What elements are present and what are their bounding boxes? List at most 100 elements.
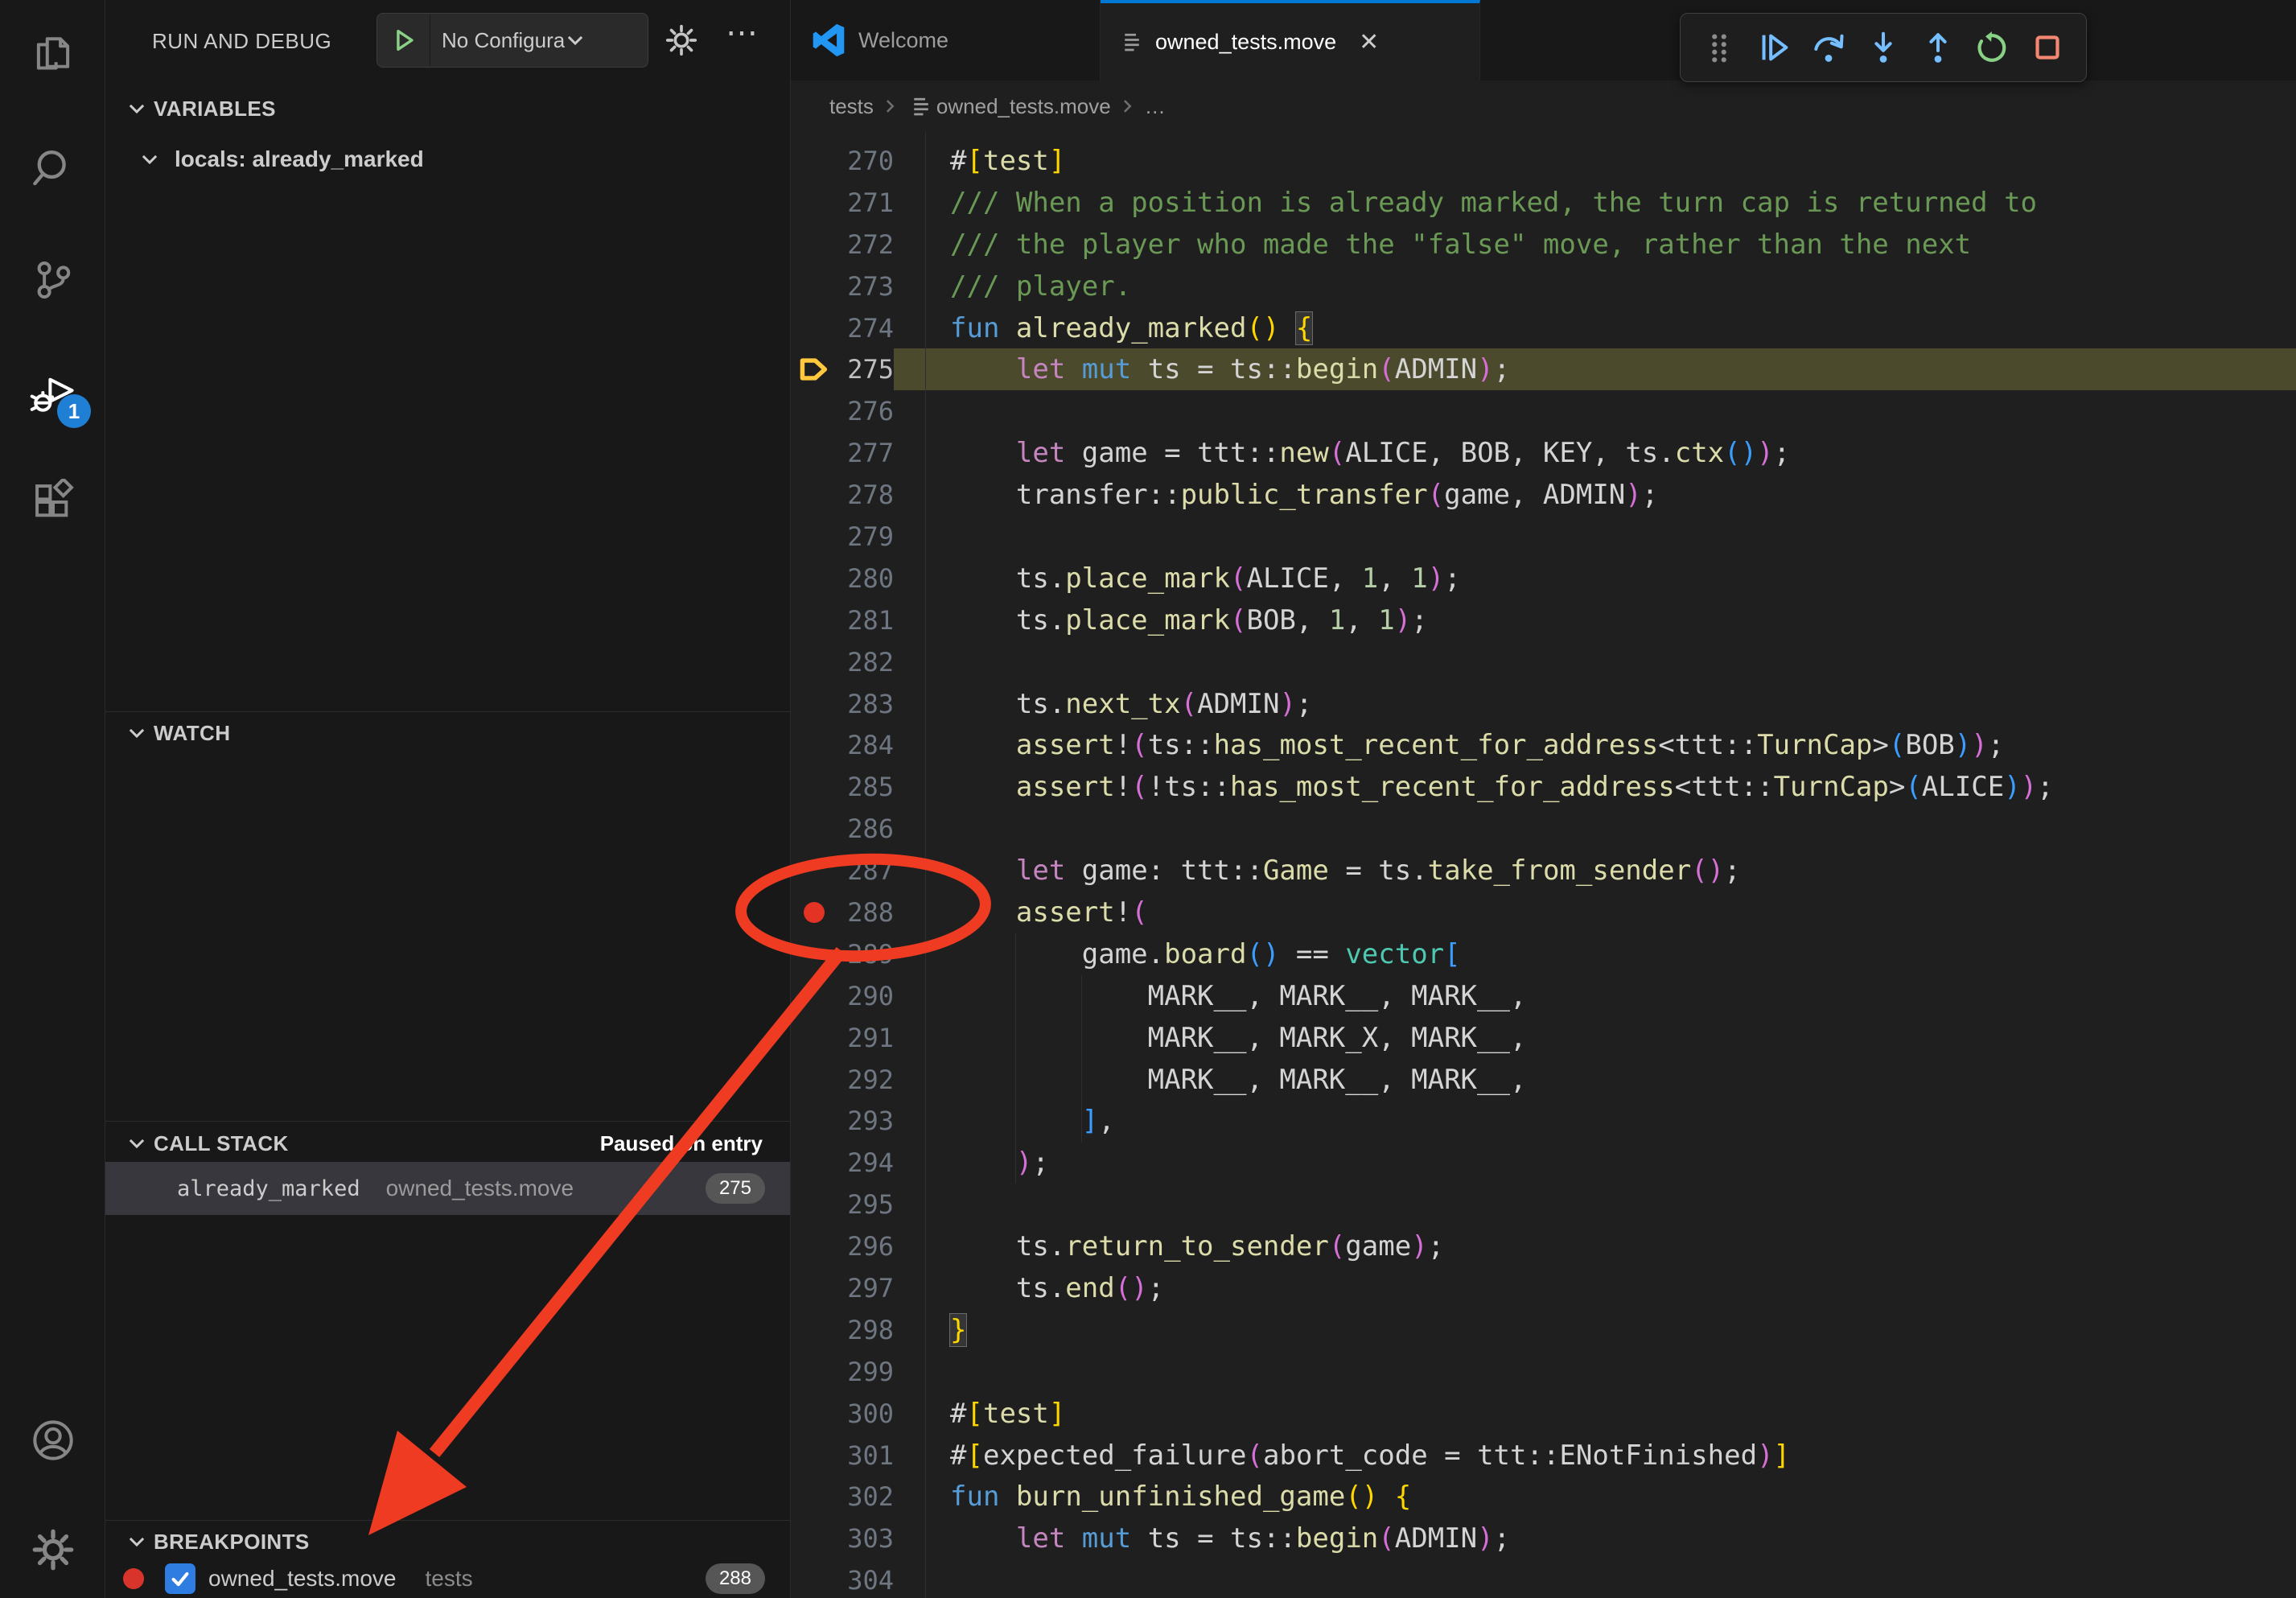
line-number: 288 [837,897,894,928]
debug-configuration-dropdown[interactable]: No Configura [430,28,648,53]
explorer-icon[interactable] [0,8,105,105]
gutter[interactable] [791,766,837,808]
gutter[interactable] [791,516,837,558]
code-line: 303 let mut ts = ts::begin(ADMIN); [791,1518,2296,1559]
variables-section-header[interactable]: VARIABLES [105,90,790,127]
settings-gear-icon[interactable] [0,1501,105,1598]
frame-function-name: already_marked [177,1176,360,1201]
gutter[interactable] [791,348,837,390]
watch-section-header[interactable]: WATCH [105,715,790,752]
code-line: 283 ts.next_tx(ADMIN); [791,683,2296,725]
chevron-down-icon [139,149,160,170]
gutter[interactable] [791,933,837,975]
step-over-button[interactable] [1810,29,1847,66]
gutter[interactable] [791,1351,837,1393]
gutter[interactable] [791,1393,837,1435]
stop-button[interactable] [2029,29,2066,66]
search-icon[interactable] [0,121,105,217]
gutter[interactable] [791,1477,837,1518]
code-line-text: assert!(ts::has_most_recent_for_address<… [894,724,2296,766]
tab-label: owned_tests.move [1155,30,1336,55]
gutter[interactable] [791,390,837,432]
call-stack-frame-row[interactable]: already_marked owned_tests.move 275 [105,1162,790,1215]
gutter[interactable] [791,808,837,850]
code-line-text: ts.end(); [894,1267,2296,1309]
chevron-right-icon [882,97,899,115]
code-line: 275 let mut ts = ts::begin(ADMIN); [791,348,2296,390]
gutter[interactable] [791,266,837,307]
debug-settings-gear-icon[interactable] [664,23,699,58]
gutter[interactable] [791,140,837,182]
breadcrumb-item-symbol[interactable]: … [1145,94,1166,119]
breakpoint-icon [123,1568,144,1589]
source-control-icon[interactable] [0,232,105,328]
chevron-down-icon [565,30,586,51]
step-into-button[interactable] [1865,29,1902,66]
breadcrumb-item-tests[interactable]: tests [829,94,874,119]
gutter[interactable] [791,975,837,1017]
close-icon[interactable]: ✕ [1359,28,1379,56]
gutter[interactable] [791,474,837,516]
breadcrumb-item-file[interactable]: owned_tests.move [936,94,1111,119]
call-stack-section-header[interactable]: CALL STACK Paused on entry [105,1125,790,1162]
extensions-icon[interactable] [0,454,105,550]
sidebar-header: RUN AND DEBUG No Configura ⋯ [105,0,790,80]
code-line: 298} [791,1309,2296,1351]
breakpoint-gutter[interactable] [791,892,837,933]
gutter[interactable] [791,1100,837,1142]
gutter[interactable] [791,1309,837,1351]
code-line: 282 [791,641,2296,683]
gutter[interactable] [791,724,837,766]
gutter[interactable] [791,599,837,641]
chevron-down-icon [126,98,147,119]
run-and-debug-icon[interactable]: 1 [0,344,105,441]
code-editor[interactable]: 270#[test]271/// When a position is alre… [791,132,2296,1598]
debug-badge: 1 [57,394,91,428]
more-actions-icon[interactable]: ⋯ [720,14,765,63]
restart-button[interactable] [1974,29,2011,66]
line-number: 274 [837,313,894,344]
start-debugging-button[interactable] [377,14,430,67]
gutter[interactable] [791,1059,837,1101]
drag-grip-icon[interactable] [1701,29,1738,66]
gutter[interactable] [791,850,837,892]
gutter[interactable] [791,307,837,349]
step-out-button[interactable] [1920,29,1957,66]
code-line: 293 ], [791,1100,2296,1142]
sidebar-title: RUN AND DEBUG [152,29,331,54]
gutter[interactable] [791,1267,837,1309]
line-number: 279 [837,521,894,552]
line-number: 292 [837,1065,894,1095]
continue-button[interactable] [1755,29,1792,66]
gutter[interactable] [791,224,837,266]
line-number: 286 [837,813,894,844]
gutter[interactable] [791,683,837,725]
gutter[interactable] [791,1184,837,1225]
gutter[interactable] [791,432,837,474]
line-number: 283 [837,689,894,719]
breakpoints-section-header[interactable]: BREAKPOINTS [105,1523,790,1560]
debug-toolbar [1680,13,2087,82]
code-line: 297 ts.end(); [791,1267,2296,1309]
code-line: 301#[expected_failure(abort_code = ttt::… [791,1435,2296,1477]
gutter[interactable] [791,1142,837,1184]
line-number: 298 [837,1315,894,1345]
gutter[interactable] [791,1559,837,1598]
variables-scope-row[interactable]: locals: already_marked [105,138,790,180]
tab-welcome[interactable]: Welcome [791,0,1101,80]
gutter[interactable] [791,558,837,599]
gutter[interactable] [791,641,837,683]
tab-owned-tests[interactable]: owned_tests.move ✕ [1101,0,1480,80]
code-line-text: ); [894,1142,2296,1184]
breakpoint-checkbox[interactable] [165,1563,195,1594]
breakpoints-label: BREAKPOINTS [154,1530,310,1555]
gutter[interactable] [791,182,837,224]
gutter[interactable] [791,1435,837,1477]
breakpoint-list-item[interactable]: owned_tests.move tests 288 [105,1559,790,1598]
gutter[interactable] [791,1017,837,1059]
section-divider [105,711,790,712]
line-number: 272 [837,229,894,260]
gutter[interactable] [791,1225,837,1267]
gutter[interactable] [791,1518,837,1559]
account-icon[interactable] [0,1392,105,1489]
